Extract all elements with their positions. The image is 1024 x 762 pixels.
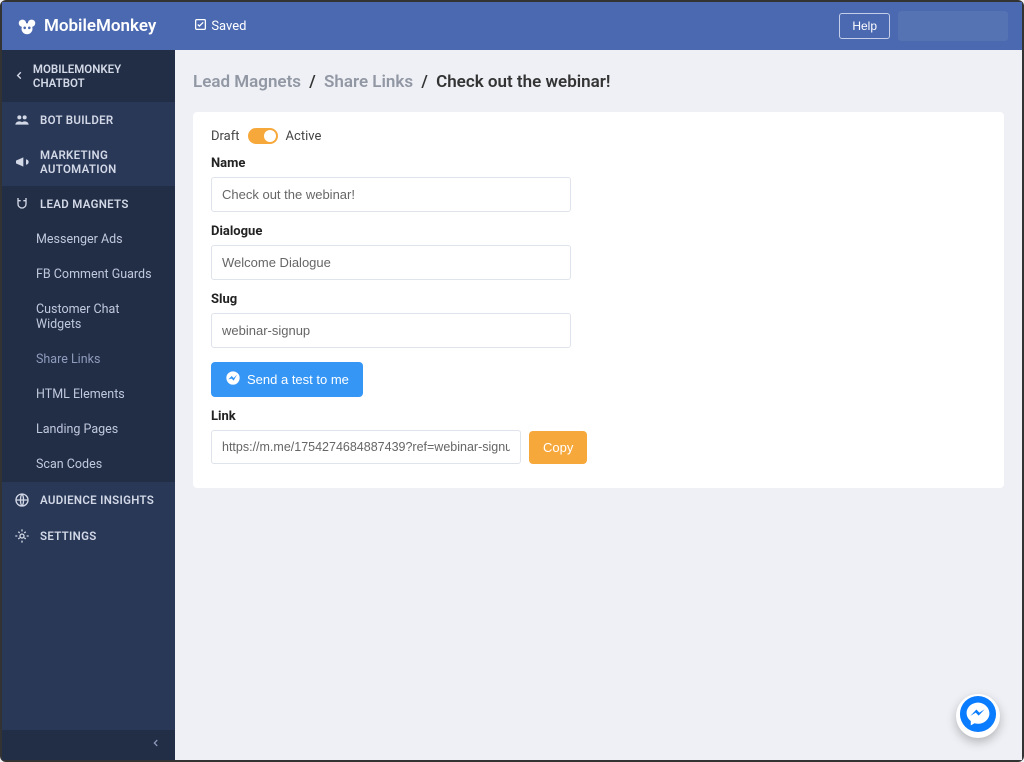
sidebar-item-label: Messenger Ads [36,232,123,247]
sidebar-item-label: AUDIENCE INSIGHTS [40,493,154,507]
sidebar-item-label: Customer Chat Widgets [36,302,163,332]
slug-input[interactable] [211,313,571,348]
sidebar-sub-customer-chat-widgets[interactable]: Customer Chat Widgets [2,292,175,342]
sidebar-item-label: FB Comment Guards [36,267,152,282]
chatbot-back[interactable]: MOBILEMONKEY CHATBOT [2,50,175,102]
brand-name: MobileMonkey [44,16,156,36]
send-test-label: Send a test to me [247,372,349,387]
sidebar-item-label: Landing Pages [36,422,118,437]
sidebar-item-label: BOT BUILDER [40,113,114,127]
sidebar-sub-share-links[interactable]: Share Links [2,342,175,377]
breadcrumb-separator: / [421,72,432,92]
chevron-left-icon [14,70,25,82]
top-bar: MobileMonkey Saved Help [2,2,1022,50]
globe-icon [14,492,30,508]
sidebar-item-label: Scan Codes [36,457,102,472]
sidebar-collapse[interactable] [2,730,175,760]
sidebar-item-label: MARKETING AUTOMATION [40,148,163,176]
slug-label: Slug [211,292,986,307]
messenger-icon [225,370,241,389]
gear-icon [14,528,30,544]
sidebar-sub-messenger-ads[interactable]: Messenger Ads [2,222,175,257]
breadcrumb-current: Check out the webinar! [436,72,610,92]
breadcrumb-level-1[interactable]: Lead Magnets [193,72,301,92]
send-test-button[interactable]: Send a test to me [211,362,363,397]
sidebar-sub-scan-codes[interactable]: Scan Codes [2,447,175,482]
monkey-icon [16,15,38,37]
active-toggle[interactable] [248,128,278,144]
form-card: Draft Active Name Dialogue Slug Send a t… [193,112,1004,488]
help-button[interactable]: Help [839,13,890,39]
copy-button[interactable]: Copy [529,431,587,464]
people-icon [14,112,30,128]
messenger-chat-bubble[interactable] [956,694,1000,738]
dialogue-select[interactable] [211,245,571,280]
sidebar-sub-landing-pages[interactable]: Landing Pages [2,412,175,447]
active-label: Active [286,129,322,144]
messenger-icon [959,695,997,737]
magnet-icon [14,196,30,212]
name-label: Name [211,156,986,171]
sidebar-item-audience-insights[interactable]: AUDIENCE INSIGHTS [2,482,175,518]
saved-label: Saved [211,19,246,34]
sidebar-sub-html-elements[interactable]: HTML Elements [2,377,175,412]
breadcrumb: Lead Magnets / Share Links / Check out t… [193,72,1004,92]
dialogue-label: Dialogue [211,224,986,239]
profile-menu[interactable] [898,11,1008,41]
chevron-left-icon [151,737,161,753]
draft-label: Draft [211,129,240,144]
chatbot-label: MOBILEMONKEY CHATBOT [33,62,163,90]
sidebar-item-bot-builder[interactable]: BOT BUILDER [2,102,175,138]
sidebar-item-label: HTML Elements [36,387,125,402]
sidebar-item-label: SETTINGS [40,529,97,543]
sidebar-item-settings[interactable]: SETTINGS [2,518,175,554]
main-content: Lead Magnets / Share Links / Check out t… [175,50,1022,760]
sidebar-sub-fb-comment-guards[interactable]: FB Comment Guards [2,257,175,292]
sidebar: MOBILEMONKEY CHATBOT BOT BUILDER MARKETI… [2,50,175,760]
link-input[interactable] [211,430,521,464]
check-icon [194,18,207,35]
link-label: Link [211,409,986,424]
name-input[interactable] [211,177,571,212]
breadcrumb-level-2[interactable]: Share Links [324,72,413,92]
megaphone-icon [14,154,30,170]
sidebar-item-label: Share Links [36,352,100,367]
sidebar-item-marketing-automation[interactable]: MARKETING AUTOMATION [2,138,175,186]
saved-indicator: Saved [194,18,246,35]
breadcrumb-separator: / [309,72,320,92]
sidebar-item-label: LEAD MAGNETS [40,197,129,211]
sidebar-item-lead-magnets[interactable]: LEAD MAGNETS [2,186,175,222]
brand-logo[interactable]: MobileMonkey [16,15,156,37]
